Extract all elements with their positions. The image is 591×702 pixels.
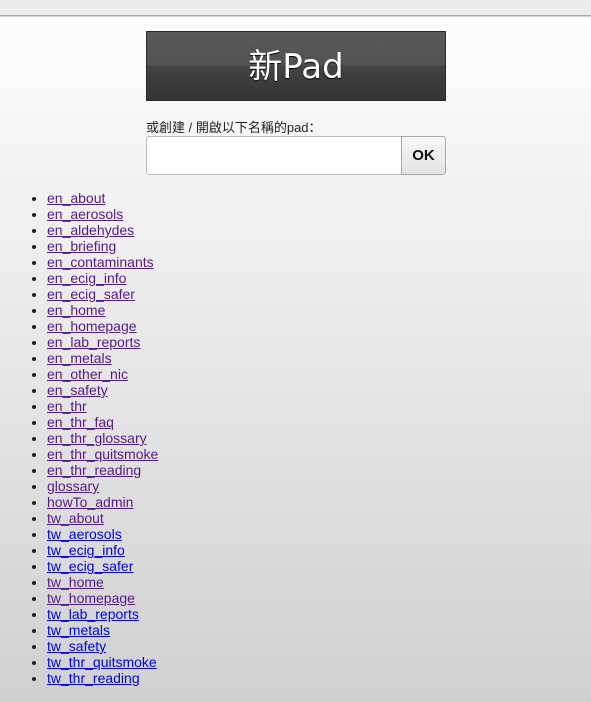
pad-link[interactable]: en_briefing bbox=[47, 238, 116, 254]
pad-list-item: glossary bbox=[47, 478, 158, 494]
pad-list-item: tw_ecig_safer bbox=[47, 558, 158, 574]
pad-list-item: tw_lab_reports bbox=[47, 606, 158, 622]
pad-list-item: en_thr_quitsmoke bbox=[47, 446, 158, 462]
pad-list-item: tw_thr_reading bbox=[47, 670, 158, 686]
pad-list-item: en_aerosols bbox=[47, 206, 158, 222]
pad-link[interactable]: en_about bbox=[47, 190, 105, 206]
pad-link[interactable]: en_lab_reports bbox=[47, 334, 140, 350]
pad-link[interactable]: tw_thr_quitsmoke bbox=[47, 654, 157, 670]
pad-list-item: en_thr_faq bbox=[47, 414, 158, 430]
pad-list-item: howTo_admin bbox=[47, 494, 158, 510]
new-pad-button[interactable]: 新Pad bbox=[146, 31, 446, 101]
open-pad-label: 或創建 / 開啟以下名稱的pad： bbox=[146, 120, 322, 135]
pad-list-item: en_safety bbox=[47, 382, 158, 398]
pad-list-item: tw_about bbox=[47, 510, 158, 526]
pad-link[interactable]: tw_ecig_info bbox=[47, 542, 125, 558]
pad-list-item: tw_thr_quitsmoke bbox=[47, 654, 158, 670]
pad-link[interactable]: tw_safety bbox=[47, 638, 106, 654]
pad-link[interactable]: tw_ecig_safer bbox=[47, 558, 133, 574]
browser-top-bar bbox=[0, 0, 591, 16]
pad-launcher: 新Pad 或創建 / 開啟以下名稱的pad： OK bbox=[146, 31, 446, 175]
pad-link[interactable]: tw_about bbox=[47, 510, 104, 526]
pad-link[interactable]: en_homepage bbox=[47, 318, 137, 334]
ok-button[interactable]: OK bbox=[401, 136, 446, 175]
pad-list-item: en_contaminants bbox=[47, 254, 158, 270]
pad-link[interactable]: tw_homepage bbox=[47, 590, 135, 606]
pad-link[interactable]: glossary bbox=[47, 478, 99, 494]
pad-link[interactable]: en_aldehydes bbox=[47, 222, 134, 238]
pad-list-item: tw_ecig_info bbox=[47, 542, 158, 558]
pad-list-item: en_ecig_info bbox=[47, 270, 158, 286]
pad-link[interactable]: tw_aerosols bbox=[47, 526, 122, 542]
pad-list-item: en_aldehydes bbox=[47, 222, 158, 238]
pad-list-item: en_thr bbox=[47, 398, 158, 414]
pad-link[interactable]: en_thr_faq bbox=[47, 414, 114, 430]
pad-list-item: tw_home bbox=[47, 574, 158, 590]
pad-link[interactable]: en_ecig_info bbox=[47, 270, 126, 286]
pad-list-item: en_homepage bbox=[47, 318, 158, 334]
pad-link[interactable]: en_thr_glossary bbox=[47, 430, 147, 446]
pad-list-item: tw_homepage bbox=[47, 590, 158, 606]
pad-list-item: en_other_nic bbox=[47, 366, 158, 382]
pad-list-item: en_briefing bbox=[47, 238, 158, 254]
pad-link[interactable]: en_thr bbox=[47, 398, 87, 414]
pad-link[interactable]: en_safety bbox=[47, 382, 108, 398]
pad-link[interactable]: tw_home bbox=[47, 574, 104, 590]
pad-list-item: tw_safety bbox=[47, 638, 158, 654]
pad-list-item: en_lab_reports bbox=[47, 334, 158, 350]
pad-list-item: tw_aerosols bbox=[47, 526, 158, 542]
pad-list-item: en_home bbox=[47, 302, 158, 318]
pad-link[interactable]: en_ecig_safer bbox=[47, 286, 135, 302]
open-pad-form: OK bbox=[146, 136, 446, 175]
pad-link[interactable]: en_metals bbox=[47, 350, 112, 366]
pad-link[interactable]: tw_metals bbox=[47, 622, 110, 638]
pad-link[interactable]: howTo_admin bbox=[47, 494, 133, 510]
pad-list-item: en_thr_reading bbox=[47, 462, 158, 478]
pad-list-item: en_about bbox=[47, 190, 158, 206]
pad-link[interactable]: en_contaminants bbox=[47, 254, 154, 270]
pad-link[interactable]: en_thr_reading bbox=[47, 462, 141, 478]
pad-list-item: en_ecig_safer bbox=[47, 286, 158, 302]
pad-link[interactable]: en_thr_quitsmoke bbox=[47, 446, 158, 462]
pad-list-item: tw_metals bbox=[47, 622, 158, 638]
pad-list-item: en_thr_glossary bbox=[47, 430, 158, 446]
pad-name-input[interactable] bbox=[146, 136, 401, 175]
pad-link[interactable]: tw_lab_reports bbox=[47, 606, 139, 622]
pad-link[interactable]: en_home bbox=[47, 302, 105, 318]
pad-link[interactable]: tw_thr_reading bbox=[47, 670, 140, 686]
pad-link[interactable]: en_aerosols bbox=[47, 206, 123, 222]
pad-link[interactable]: en_other_nic bbox=[47, 366, 128, 382]
pad-list-item: en_metals bbox=[47, 350, 158, 366]
pad-list: en_abouten_aerosolsen_aldehydesen_briefi… bbox=[7, 190, 158, 686]
